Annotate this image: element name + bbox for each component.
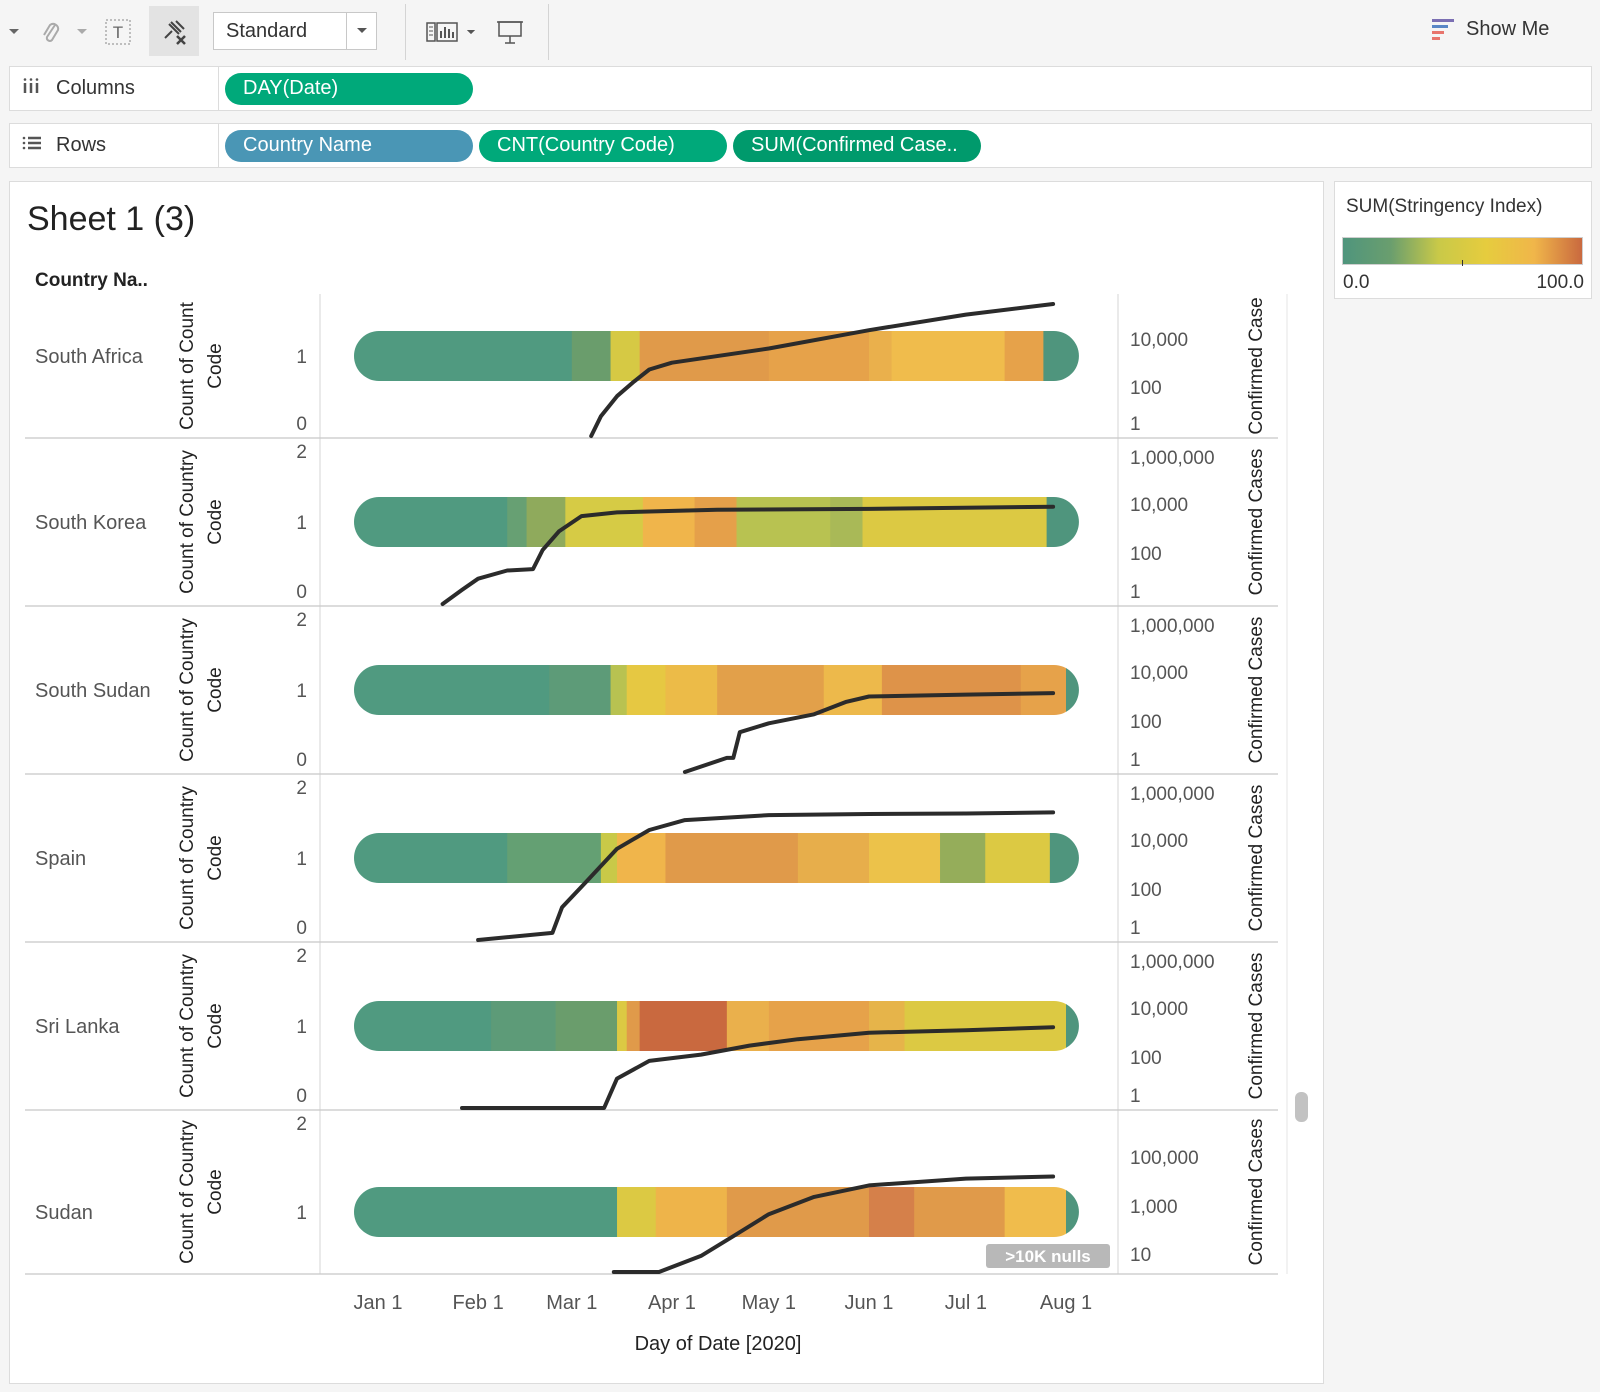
pill-day-date[interactable]: DAY(Date) [225,72,473,105]
presentation-icon[interactable] [494,16,526,48]
svg-text:T: T [113,23,123,42]
color-legend[interactable]: SUM(Stringency Index) 0.0 100.0 [1334,181,1592,299]
columns-shelf[interactable]: Columns DAY(Date) [9,66,1592,111]
sheet-title: Sheet 1 (3) [27,200,196,238]
rows-icon [22,135,42,156]
pin-tooltip-icon[interactable] [149,6,199,56]
show-cards-icon[interactable] [424,16,460,48]
legend-title: SUM(Stringency Index) [1346,196,1543,217]
rows-shelf-label: Rows [10,124,219,167]
row-header-country-name[interactable]: Country Na.. [35,270,148,292]
pill-country-name[interactable]: Country Name [225,129,473,162]
chevron-down-icon[interactable] [346,13,376,49]
toolbar-divider [548,4,549,60]
show-me-button[interactable]: Show Me [1430,16,1549,42]
columns-icon [22,77,42,100]
show-me-icon [1430,16,1456,42]
columns-shelf-label: Columns [10,67,219,110]
legend-min-label: 0.0 [1343,272,1370,293]
paperclip-dropdown-icon[interactable] [74,22,90,42]
pill-sum-confirmed-cases[interactable]: SUM(Confirmed Case.. [733,129,981,162]
scrollbar-thumb[interactable] [1295,1092,1308,1122]
toolbar: T Standard Show Me [0,0,1600,62]
fit-select[interactable]: Standard [213,12,377,50]
pill-cnt-country-code[interactable]: CNT(Country Code) [479,129,727,162]
text-box-icon[interactable]: T [102,16,134,48]
rows-shelf[interactable]: Rows Country Name CNT(Country Code) SUM(… [9,123,1592,168]
columns-label: Columns [56,77,135,99]
show-me-label: Show Me [1466,17,1550,40]
legend-midpoint-tick [1462,260,1463,266]
toolbar-divider [405,4,406,60]
paperclip-icon[interactable] [34,16,68,50]
menu-dropdown-icon[interactable] [6,22,22,42]
legend-max-label: 100.0 [1536,272,1584,293]
show-cards-dropdown-icon[interactable] [464,24,478,40]
rows-label: Rows [56,134,107,156]
fit-select-value: Standard [226,19,308,42]
worksheet: Sheet 1 (3) Country Na.. [9,181,1324,1384]
